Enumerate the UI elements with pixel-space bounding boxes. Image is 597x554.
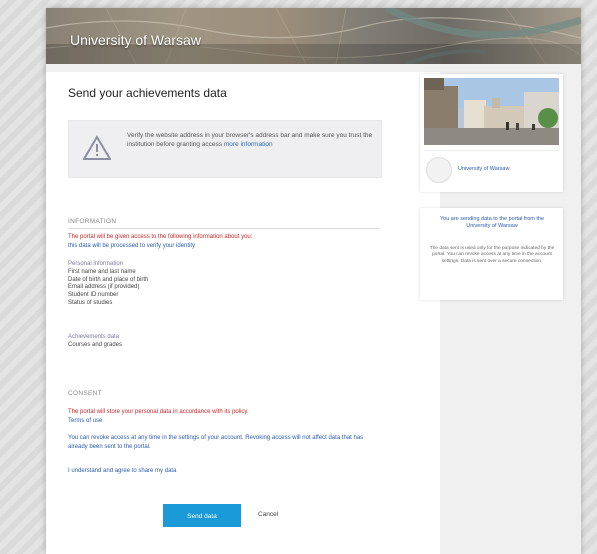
institution-row[interactable]: University of Warsaw [424,150,559,187]
page-title: Send your achievements data [68,86,227,100]
warning-text: Verify the website address in your brows… [127,131,375,149]
info-card-title: You are sending data to the portal from … [439,216,545,229]
warning-icon [83,135,111,160]
consent-page: University of Warsaw Send your achieveme… [46,8,581,554]
achievements-label: Achievements data [68,334,120,340]
information-heading: INFORMATION [68,218,117,225]
send-data-button[interactable]: Send data [163,504,241,527]
list-item: Status of studies [68,299,113,306]
access-text: The portal will be given access to the f… [68,234,253,240]
list-item: Email address (if provided) [68,284,140,291]
consent-heading: CONSENT [68,390,102,397]
main-panel: Send your achievements data Verify the w… [46,72,440,554]
personal-info-label: Personal information [68,261,124,267]
list-item: Student ID number [68,292,119,299]
list-item: Courses and grades [68,341,123,348]
divider [68,228,380,229]
banner-title: University of Warsaw [70,32,201,48]
university-seal-icon [426,157,452,183]
cancel-button[interactable]: Cancel [258,511,278,518]
more-info-link[interactable]: more information [224,141,273,148]
consent-paragraph: The portal will store your personal data… [68,408,384,426]
storage-text: The portal will store your personal data… [68,409,249,415]
campus-photo [424,78,559,145]
institution-name: University of Warsaw [458,166,510,172]
revoke-text: You can revoke access at any time in the… [68,435,364,450]
information-paragraph: The portal will be given access to the f… [68,233,384,251]
list-item: Date of birth and place of birth [68,276,149,283]
agreement-label: I understand and agree to share my data [68,468,177,474]
header-banner: University of Warsaw [46,8,581,64]
agreement-checkbox[interactable]: I understand and agree to share my data [68,467,384,476]
purpose-text: this data will be processed to verify yo… [68,243,196,249]
warning-box: Verify the website address in your brows… [68,120,382,178]
info-card-text: The data sent is used only for the purpo… [429,246,555,264]
info-card: You are sending data to the portal from … [420,208,563,300]
institution-card: University of Warsaw [420,74,563,192]
list-item: First name and last name [68,268,136,275]
achievements-list: Achievements data Courses and grades [68,334,122,350]
terms-link[interactable]: Terms of use [68,417,384,426]
personal-info-list: Personal information First name and last… [68,261,148,308]
